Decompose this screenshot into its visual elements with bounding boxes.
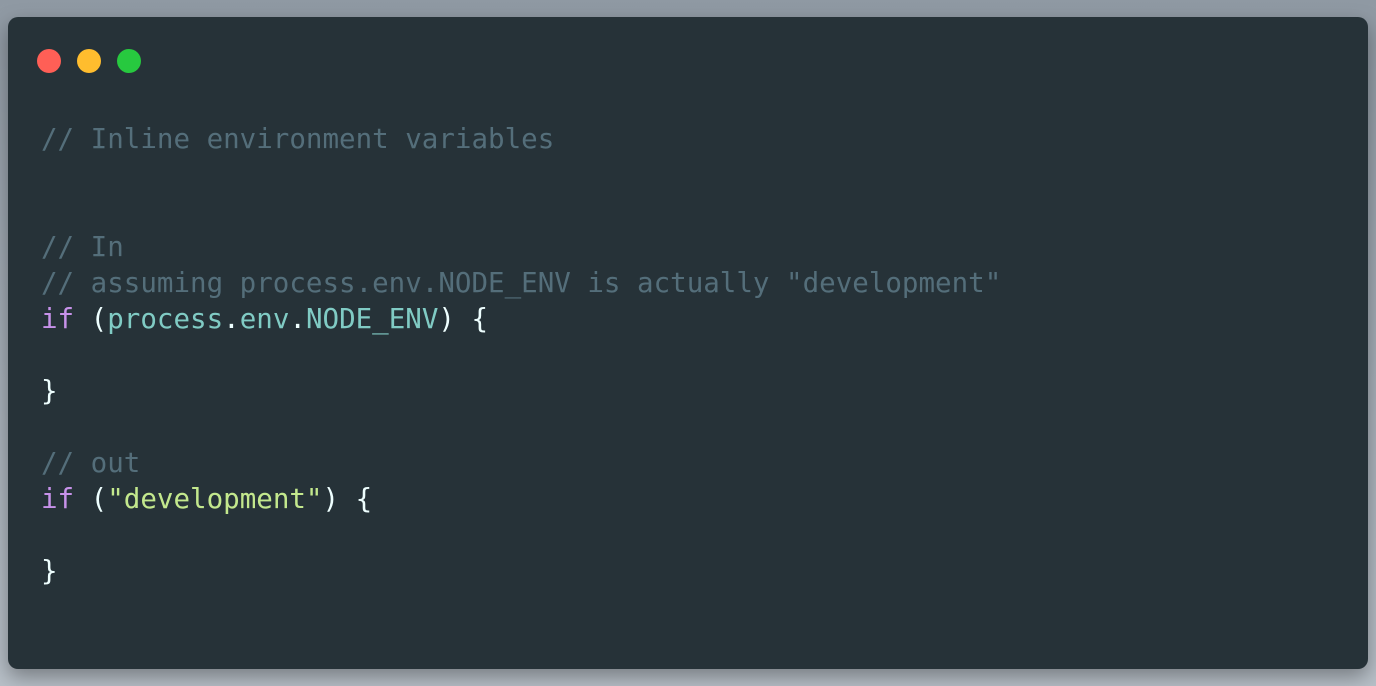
- code-line: }: [41, 553, 1001, 589]
- code-token-comment: // assuming process.env.NODE_ENV is actu…: [41, 267, 1002, 299]
- code-line: }: [41, 373, 1001, 409]
- close-button[interactable]: [37, 49, 61, 73]
- code-line: if ("development") {: [41, 481, 1001, 517]
- code-token-string: "development": [107, 483, 323, 515]
- code-line: // assuming process.env.NODE_ENV is actu…: [41, 265, 1001, 301]
- code-token-punct: (: [74, 303, 108, 335]
- code-token-punct: ) {: [438, 303, 489, 335]
- code-token-comment: // Inline environment variables: [41, 123, 555, 155]
- code-token-punct: .: [223, 303, 240, 335]
- code-token-ident: process: [107, 303, 224, 335]
- code-token-punct: .: [289, 303, 306, 335]
- code-token-comment: // In: [41, 231, 124, 263]
- code-line: // In: [41, 229, 1001, 265]
- code-token-punct: }: [41, 555, 58, 587]
- window-controls: [37, 49, 141, 73]
- minimize-button[interactable]: [77, 49, 101, 73]
- code-token-ident: NODE_ENV: [305, 303, 439, 335]
- code-block: // Inline environment variables // In // …: [41, 121, 1001, 589]
- code-token-punct: }: [41, 375, 58, 407]
- code-token-comment: // out: [41, 447, 141, 479]
- code-token-keyword: if: [41, 483, 75, 515]
- code-token-punct: (: [74, 483, 108, 515]
- code-line: if (process.env.NODE_ENV) {: [41, 301, 1001, 337]
- code-line: // Inline environment variables: [41, 121, 1001, 157]
- code-token-ident: env: [239, 303, 290, 335]
- code-token-punct: ) {: [322, 483, 373, 515]
- code-window: // Inline environment variables // In // …: [8, 17, 1368, 669]
- code-token-keyword: if: [41, 303, 75, 335]
- maximize-button[interactable]: [117, 49, 141, 73]
- code-line: // out: [41, 445, 1001, 481]
